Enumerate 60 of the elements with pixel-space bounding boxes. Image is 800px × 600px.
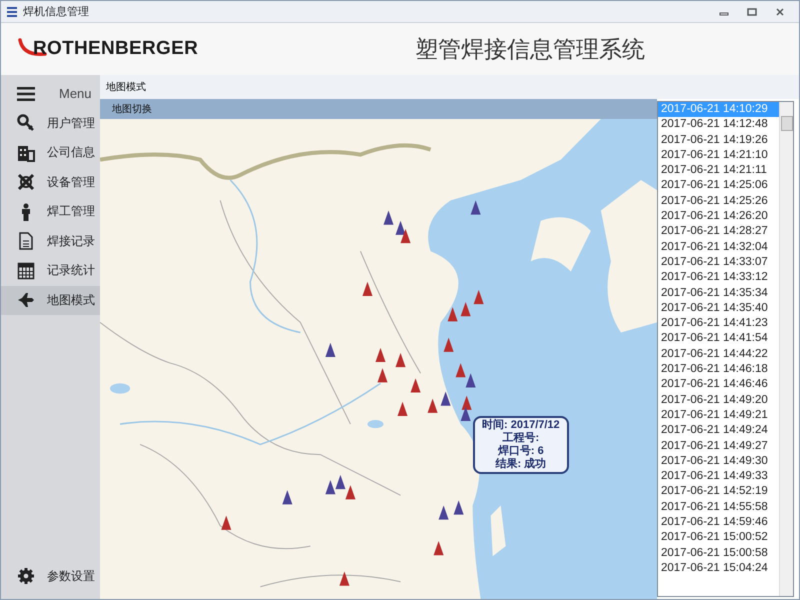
time-list-item[interactable]: 2017-06-21 14:33:07: [658, 254, 779, 270]
time-list-item[interactable]: 2017-06-21 14:26:20: [658, 209, 779, 224]
time-list-item[interactable]: 2017-06-21 14:49:27: [658, 438, 779, 454]
app-title: 塑管焊接信息管理系统: [415, 34, 645, 64]
document-icon: [17, 232, 35, 250]
time-list-item[interactable]: 2017-06-21 14:55:58: [658, 500, 779, 516]
sidebar-item[interactable]: 记录统计: [1, 256, 100, 286]
maximize-icon[interactable]: [747, 6, 757, 16]
time-list-item[interactable]: 2017-06-21 15:04:24: [658, 560, 779, 576]
callout-line: 焊口号: 6: [498, 445, 544, 458]
time-list-item[interactable]: 2017-06-21 14:35:34: [658, 286, 779, 301]
time-list-item[interactable]: 2017-06-21 14:46:46: [658, 377, 779, 393]
sidebar-item[interactable]: 用户管理: [1, 108, 100, 138]
sidebar-item[interactable]: 焊工管理: [1, 197, 100, 226]
time-list-item[interactable]: 2017-06-21 14:35:40: [658, 300, 779, 316]
time-list-item[interactable]: 2017-06-21 14:49:24: [658, 423, 779, 439]
time-list-item[interactable]: 2017-06-21 14:59:46: [658, 515, 779, 530]
plane-icon: [17, 291, 35, 310]
logo-text: ROTHENBERGER: [33, 38, 198, 60]
sidebar-item[interactable]: 公司信息: [1, 138, 100, 168]
time-list-item[interactable]: 2017-06-21 14:49:20: [658, 392, 779, 408]
app-icon: [7, 6, 17, 16]
callout-line: 时间: 2017/7/12: [482, 419, 560, 432]
time-list-item[interactable]: 2017-06-21 14:44:22: [658, 346, 779, 362]
sidebar-item[interactable]: 地图模式: [1, 286, 100, 315]
scrollbar[interactable]: [779, 102, 793, 596]
time-list-item[interactable]: 2017-06-21 14:52:19: [658, 484, 779, 500]
time-list-item[interactable]: 2017-06-21 14:49:30: [658, 454, 779, 470]
time-list-item[interactable]: 2017-06-21 14:49:21: [658, 408, 779, 424]
time-list-item[interactable]: 2017-06-21 14:41:54: [658, 331, 779, 347]
sidebar-item[interactable]: 焊接记录: [1, 226, 100, 256]
time-list-item[interactable]: 2017-06-21 14:32:04: [658, 240, 779, 255]
map-switch-button[interactable]: 地图切换: [100, 99, 657, 119]
window-title: 焊机信息管理: [23, 5, 89, 19]
settings-button[interactable]: 参数设置: [1, 562, 100, 591]
time-list-item[interactable]: 2017-06-21 15:00:52: [658, 530, 779, 546]
time-list-item[interactable]: 2017-06-21 14:33:12: [658, 270, 779, 286]
time-list-item[interactable]: 2017-06-21 14:25:06: [658, 178, 779, 194]
time-list-item[interactable]: 2017-06-21 14:12:48: [658, 117, 779, 133]
network-icon: [17, 173, 35, 192]
page-heading: 地图模式: [106, 80, 146, 94]
time-list-item[interactable]: 2017-06-21 14:28:27: [658, 224, 779, 240]
callout-line: 结果: 成功: [495, 458, 546, 471]
calculator-icon: [17, 262, 35, 280]
close-icon[interactable]: [775, 6, 785, 16]
time-list-item[interactable]: 2017-06-21 15:00:58: [658, 546, 779, 561]
time-list-item[interactable]: 2017-06-21 14:49:33: [658, 469, 779, 484]
time-list-item[interactable]: 2017-06-21 14:19:26: [658, 132, 779, 148]
building-icon: [17, 144, 35, 162]
menu-icon: [17, 86, 35, 101]
time-list-item[interactable]: 2017-06-21 14:46:18: [658, 362, 779, 378]
time-list-item[interactable]: 2017-06-21 14:21:11: [658, 163, 779, 178]
callout-line: 工程号:: [502, 432, 540, 445]
time-list-item[interactable]: 2017-06-21 14:21:10: [658, 148, 779, 164]
settings-icon: [17, 567, 35, 586]
menu-button[interactable]: Menu: [1, 79, 100, 108]
sidebar-item[interactable]: 设备管理: [1, 168, 100, 197]
time-list-item[interactable]: 2017-06-21 14:41:23: [658, 316, 779, 332]
time-list-item[interactable]: 2017-06-21 14:25:26: [658, 194, 779, 210]
key-icon: [17, 114, 35, 132]
